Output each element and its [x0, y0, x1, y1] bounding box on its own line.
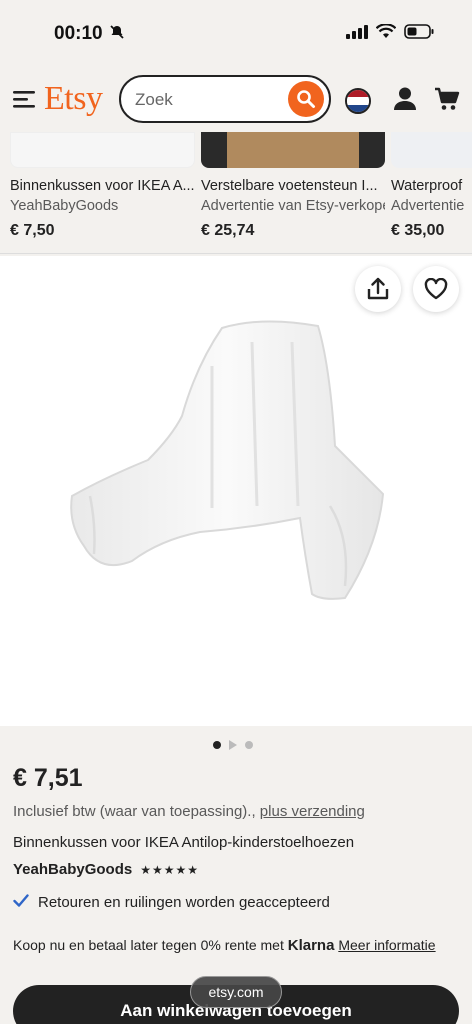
cellular-signal-icon	[346, 24, 368, 44]
related-item-price: € 7,50	[10, 222, 55, 239]
pagination-dot[interactable]	[245, 741, 253, 749]
battery-icon	[404, 24, 434, 44]
search-button[interactable]	[288, 81, 324, 117]
seller-row[interactable]: YeahBabyGoods ★★★★★	[13, 861, 199, 878]
more-info-link[interactable]: Meer informatie	[338, 937, 435, 953]
related-item-price: € 25,74	[201, 222, 255, 239]
cart-icon[interactable]	[434, 86, 460, 117]
related-item-title: Binnenkussen voor IKEA A...	[10, 178, 195, 194]
related-item-image	[201, 132, 385, 168]
checkmark-icon	[13, 894, 29, 911]
video-indicator-icon[interactable]	[229, 740, 237, 750]
status-time: 00:10	[54, 23, 103, 44]
related-item-image	[10, 132, 195, 168]
search-input[interactable]: Zoek	[135, 90, 173, 110]
related-item-shop: YeahBabyGoods	[10, 198, 119, 214]
gallery-pagination[interactable]	[213, 740, 253, 750]
related-item-image	[391, 132, 472, 168]
product-image	[70, 320, 385, 600]
netherlands-flag-icon[interactable]	[345, 88, 371, 114]
rating-stars-icon: ★★★★★	[140, 862, 199, 877]
status-bar: 00:10	[0, 0, 472, 68]
related-item-shop: Advertentie	[391, 198, 465, 214]
related-item-shop: Advertentie van Etsy-verkoper	[201, 198, 385, 214]
seller-name[interactable]: YeahBabyGoods	[13, 861, 132, 878]
related-item-title: Waterproof	[391, 178, 463, 194]
klarna-row: Koop nu en betaal later tegen 0% rente m…	[13, 937, 436, 954]
heart-icon	[424, 278, 448, 300]
share-button[interactable]	[355, 266, 401, 312]
klarna-brand: Klarna	[287, 937, 335, 954]
hamburger-menu-icon[interactable]	[13, 90, 35, 113]
related-item-price: € 35,00	[391, 222, 445, 239]
related-item-card[interactable]: Binnenkussen voor IKEA A... YeahBabyGood…	[10, 132, 195, 240]
etsy-logo[interactable]: Etsy	[44, 80, 103, 118]
related-item-card[interactable]: Verstelbare voetensteun I... Advertentie…	[201, 132, 385, 240]
related-items-carousel[interactable]: Binnenkussen voor IKEA A... YeahBabyGood…	[0, 132, 472, 254]
vat-info: Inclusief btw (waar van toepassing)., pl…	[13, 803, 365, 820]
account-icon[interactable]	[393, 86, 417, 117]
returns-text: Retouren en ruilingen worden geaccepteer…	[38, 894, 330, 911]
shipping-link[interactable]: plus verzending	[260, 803, 365, 820]
related-item-card[interactable]: Waterproof Advertentie € 35,00	[391, 132, 472, 240]
browser-url-pill[interactable]: etsy.com	[190, 976, 282, 1008]
search-icon	[297, 90, 315, 108]
returns-row: Retouren en ruilingen worden geaccepteer…	[13, 894, 330, 911]
product-title: Binnenkussen voor IKEA Antilop-kindersto…	[13, 834, 355, 851]
klarna-text: Koop nu en betaal later tegen 0% rente m…	[13, 937, 284, 953]
share-icon	[367, 277, 389, 300]
app-header: Etsy Zoek	[0, 70, 472, 132]
favorite-button[interactable]	[413, 266, 459, 312]
vat-text: Inclusief btw (waar van toepassing).,	[13, 803, 256, 820]
product-price: € 7,51	[13, 764, 83, 792]
bell-muted-icon	[109, 24, 125, 45]
related-item-title: Verstelbare voetensteun I...	[201, 178, 378, 194]
pagination-dot[interactable]	[213, 741, 221, 749]
wifi-icon	[375, 23, 397, 44]
product-image-gallery[interactable]	[0, 256, 472, 726]
search-bar[interactable]: Zoek	[119, 75, 331, 123]
